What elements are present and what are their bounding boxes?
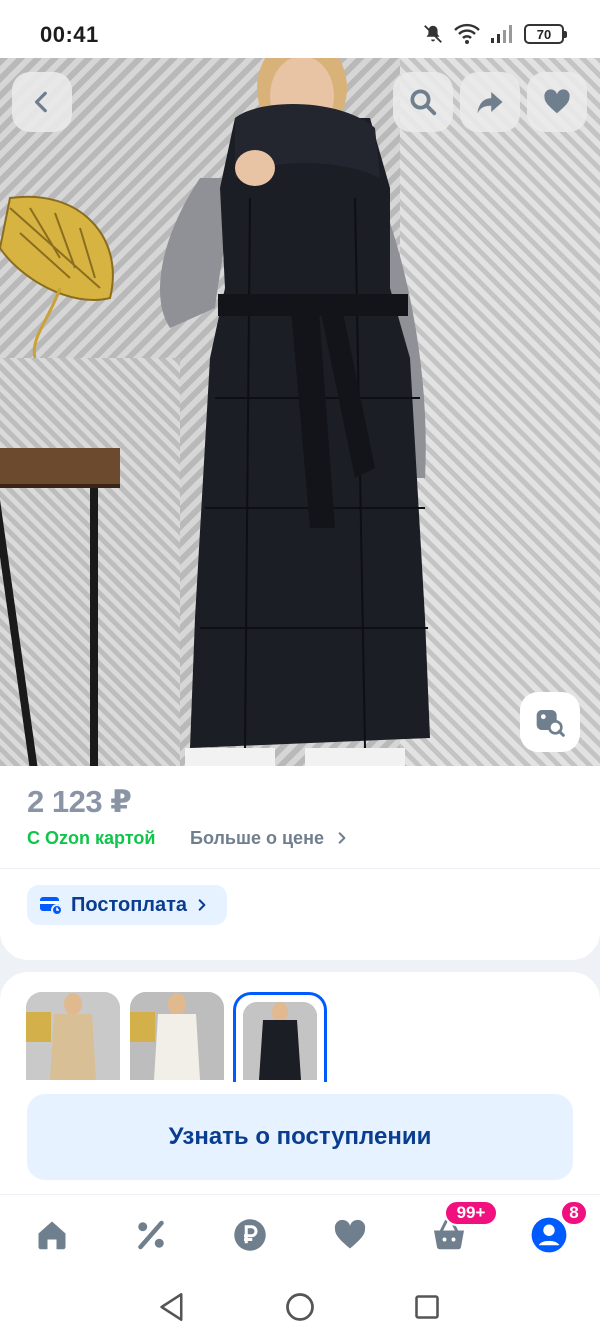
system-navigation-bar bbox=[0, 1274, 600, 1339]
variant-image bbox=[26, 992, 120, 1080]
decor-leaf bbox=[0, 195, 114, 358]
postpay-label: Постоплата bbox=[71, 893, 188, 916]
heart-icon bbox=[334, 1219, 366, 1249]
signal-icon bbox=[491, 25, 512, 43]
ruble-icon bbox=[234, 1219, 266, 1251]
price-card: 2 123 ₽ С Ozon картой Больше о цене Пост… bbox=[0, 766, 600, 960]
notify-arrival-label: Узнать о поступлении bbox=[168, 1123, 432, 1150]
decor-table-leg bbox=[90, 488, 98, 766]
circle-home-icon bbox=[286, 1293, 314, 1321]
profile-badge: 8 bbox=[560, 1200, 588, 1226]
notify-arrival-button[interactable]: Узнать о поступлении bbox=[27, 1094, 573, 1180]
triangle-back-icon bbox=[160, 1293, 183, 1321]
search-icon bbox=[410, 89, 437, 116]
chevron-left-icon bbox=[34, 91, 47, 113]
chevron-right-icon bbox=[338, 832, 346, 844]
more-about-price-label: Больше о цене bbox=[190, 828, 324, 848]
visual-search-button[interactable] bbox=[520, 692, 580, 752]
ozon-card-price-label[interactable]: С Ozon картой bbox=[27, 828, 155, 849]
square-recents-icon bbox=[415, 1295, 439, 1319]
profile-icon bbox=[531, 1217, 567, 1253]
image-search-icon bbox=[536, 710, 565, 737]
share-arrow-icon bbox=[477, 92, 503, 114]
nav-favorites[interactable] bbox=[328, 1213, 372, 1257]
search-button[interactable] bbox=[393, 72, 453, 132]
mute-icon bbox=[424, 25, 442, 43]
heart-icon bbox=[544, 89, 570, 114]
wifi-icon bbox=[454, 23, 480, 44]
chevron-right-icon bbox=[198, 899, 206, 911]
system-home-button[interactable] bbox=[283, 1290, 317, 1324]
back-button[interactable] bbox=[12, 72, 72, 132]
nav-home[interactable] bbox=[30, 1213, 74, 1257]
variant-thumbnail-white[interactable] bbox=[130, 992, 224, 1080]
variant-image bbox=[243, 1002, 317, 1080]
more-about-price-link[interactable]: Больше о цене bbox=[190, 828, 349, 849]
variant-image bbox=[130, 992, 224, 1080]
divider bbox=[0, 868, 600, 869]
postpay-chip[interactable]: Постоплата bbox=[27, 885, 228, 925]
share-button[interactable] bbox=[460, 72, 520, 132]
favorite-button[interactable] bbox=[527, 72, 587, 132]
home-icon bbox=[38, 1221, 66, 1250]
cart-badge: 99+ bbox=[444, 1200, 498, 1226]
bottom-navigation bbox=[0, 1194, 600, 1274]
decor-table bbox=[0, 448, 120, 488]
card-clock-icon bbox=[40, 897, 63, 916]
system-back-button[interactable] bbox=[155, 1290, 189, 1324]
nav-promo[interactable] bbox=[129, 1213, 173, 1257]
percent-icon bbox=[138, 1220, 164, 1250]
system-recents-button[interactable] bbox=[410, 1290, 444, 1324]
nav-finance[interactable] bbox=[228, 1213, 272, 1257]
model-figure bbox=[160, 58, 430, 766]
variants-card: Узнать о поступлении bbox=[0, 972, 600, 1194]
battery-level: 70 bbox=[536, 26, 552, 42]
status-icons: 70 bbox=[422, 20, 567, 48]
product-price: 2 123 ₽ bbox=[27, 784, 132, 819]
battery-indicator: 70 bbox=[524, 24, 567, 44]
variant-thumbnail-beige[interactable] bbox=[26, 992, 120, 1080]
variant-thumbnail-black[interactable] bbox=[243, 1002, 317, 1080]
status-bar: 00:41 70 bbox=[0, 0, 600, 62]
product-image[interactable] bbox=[0, 58, 600, 766]
status-time: 00:41 bbox=[40, 22, 99, 47]
